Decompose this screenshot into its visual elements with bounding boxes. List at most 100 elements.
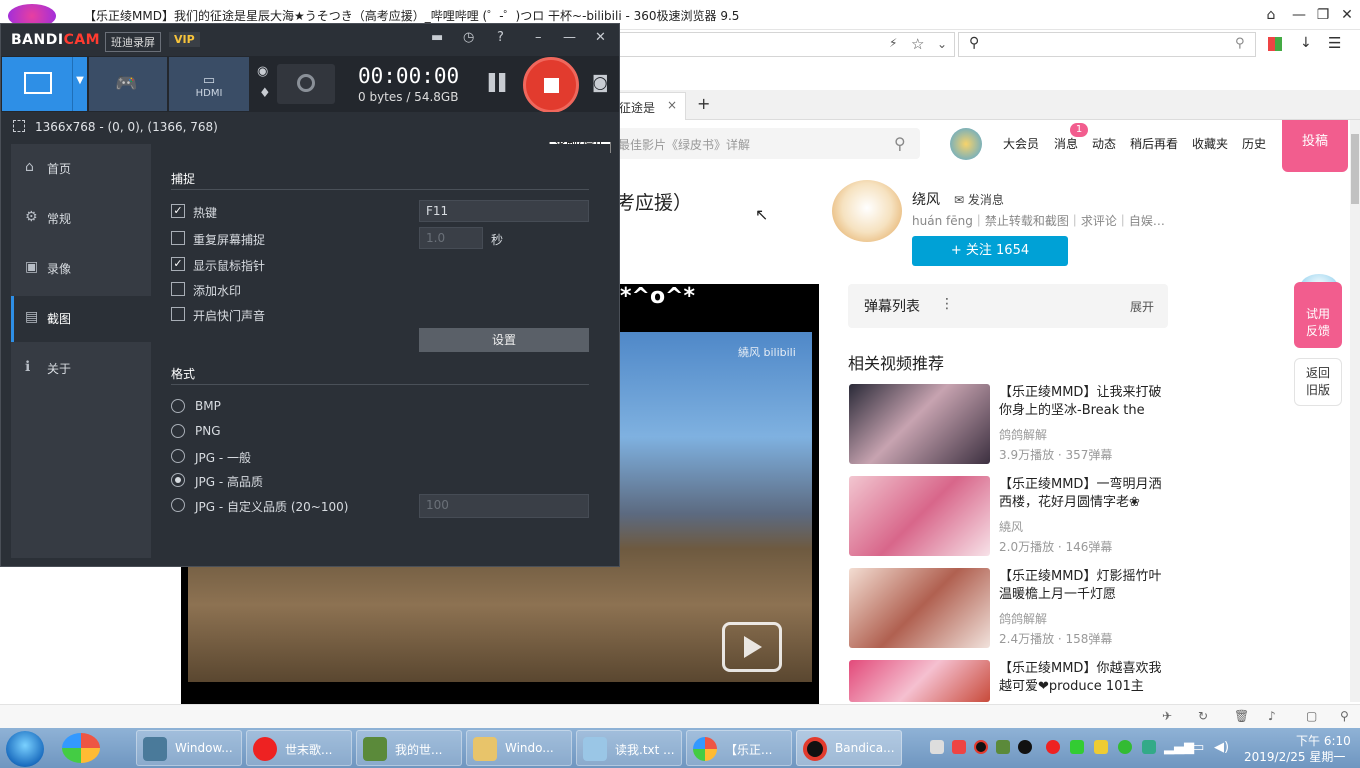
send-message-link[interactable]: ✉ 发消息 <box>954 191 1004 208</box>
pause-button[interactable]: ▌▌ <box>489 73 512 92</box>
camera-icon[interactable]: ◙ <box>592 73 609 93</box>
signal-icon[interactable]: ▂▄▆ <box>1164 740 1194 755</box>
format-radio-bmp[interactable] <box>171 399 185 413</box>
nav-vip[interactable]: 大会员 <box>1003 135 1039 152</box>
related-uploader[interactable]: 繞风 <box>999 518 1023 535</box>
address-input[interactable]: / ⚡ ☆ ⌄ <box>610 32 955 57</box>
taskbar-item-minecraft[interactable]: 我的世... <box>356 730 462 766</box>
shirt-skin-icon[interactable]: ⌂ <box>1262 6 1280 24</box>
hdmi-mode-button[interactable]: ▭ HDMI <box>169 57 249 111</box>
nav-messages[interactable]: 消息 <box>1054 135 1078 152</box>
old-version-button[interactable]: 返回 旧版 <box>1294 358 1342 406</box>
sidebar-item-general[interactable]: ⚙ 常规 <box>11 198 151 238</box>
minimize-icon[interactable]: — <box>563 30 576 45</box>
game-mode-button[interactable]: 🎮 <box>89 57 167 111</box>
taskbar-item-music[interactable]: 世末歌... <box>246 730 352 766</box>
screen-rect-mode-button[interactable] <box>2 57 72 111</box>
format-radio-jpg-high[interactable] <box>171 473 185 487</box>
shutter-sound-checkbox[interactable] <box>171 307 185 321</box>
feedback-button[interactable]: 试用 反馈 <box>1294 282 1342 348</box>
green-tray-icon[interactable] <box>1070 740 1084 754</box>
tab-close-icon[interactable]: × <box>667 98 677 112</box>
page-scrollbar[interactable] <box>1350 120 1360 702</box>
keyboard-tray-icon[interactable] <box>930 740 944 754</box>
expand-link[interactable]: 展开 <box>1130 298 1154 315</box>
sidebar-item-home[interactable]: ⌂ 首页 <box>11 148 151 188</box>
sidebar-item-screenshot[interactable]: ▤ 截图 <box>11 298 151 338</box>
shield-tray-icon[interactable] <box>1142 740 1156 754</box>
quality-input[interactable]: 100 <box>419 494 589 518</box>
record-stop-button[interactable] <box>523 57 579 113</box>
related-uploader[interactable]: 鸽鸽解解 <box>999 610 1047 627</box>
music-tray-icon[interactable] <box>1046 740 1060 754</box>
site-search-input[interactable]: 最佳影片《绿皮书》详解 ⚲ <box>610 128 920 159</box>
taskbar-item-bandicam[interactable]: Bandica... <box>796 730 902 766</box>
taskbar-item-explorer[interactable]: Windo... <box>466 730 572 766</box>
clock-time[interactable]: 下午 6:10 <box>1296 732 1351 749</box>
search-icon[interactable]: ⚲ <box>894 134 906 153</box>
nav-watch-later[interactable]: 稍后再看 <box>1130 135 1178 152</box>
settings-button[interactable]: 设置 <box>419 328 589 352</box>
yellow-tray-icon[interactable] <box>1094 740 1108 754</box>
apps-grid-icon[interactable] <box>1268 37 1282 51</box>
related-title[interactable]: 【乐正绫MMD】灯影摇竹叶 温暖檐上月一千灯愿 <box>999 568 1169 604</box>
clock-tray-icon[interactable] <box>952 740 966 754</box>
related-thumb[interactable] <box>849 384 990 464</box>
sidebar-item-about[interactable]: ℹ 关于 <box>11 348 151 388</box>
tab-active[interactable]: 征途是 × <box>610 92 686 120</box>
more-dots-icon[interactable]: ⋮ <box>940 296 954 312</box>
menu-icon[interactable]: ☰ <box>1328 34 1341 52</box>
star-icon[interactable]: ☆ <box>911 35 924 53</box>
related-title[interactable]: 【乐正绫MMD】让我来打破你身上的坚冰-Break the <box>999 384 1169 420</box>
vip-badge[interactable]: VIP <box>169 32 200 47</box>
qq-tray-icon[interactable] <box>1018 740 1032 754</box>
related-uploader[interactable]: 鸽鸽解解 <box>999 426 1047 443</box>
browser-pinned-icon[interactable] <box>62 733 100 763</box>
related-thumb[interactable] <box>849 568 990 648</box>
maximize-button[interactable]: ❐ <box>1314 6 1332 24</box>
uploader-name[interactable]: 绕风 <box>912 189 940 209</box>
webcam-button[interactable] <box>277 64 335 104</box>
microphone-icon[interactable]: ♦ <box>259 86 271 101</box>
close-window-button[interactable]: ✕ <box>1338 6 1356 24</box>
bandicam-titlebar[interactable]: BANDICAM 班迪录屏 VIP ▬ ◷ ? – — ✕ <box>1 24 619 56</box>
repeat-interval-input[interactable]: 1.0 <box>419 227 483 249</box>
new-tab-button[interactable]: + <box>697 94 710 113</box>
close-icon[interactable]: ✕ <box>595 30 606 45</box>
danmaku-list-header[interactable]: 弹幕列表 ⋮ 展开 <box>848 284 1168 328</box>
collapse-icon[interactable]: – <box>535 30 542 45</box>
hotkey-input[interactable]: F11 <box>419 200 589 222</box>
nav-favorites[interactable]: 收藏夹 <box>1192 135 1228 152</box>
download-icon[interactable]: ↓ <box>1300 35 1312 51</box>
speaker-icon[interactable]: ◉ <box>257 64 268 79</box>
show-cursor-checkbox[interactable]: ✓ <box>171 257 185 271</box>
user-avatar[interactable] <box>950 128 982 160</box>
start-button[interactable] <box>6 731 44 767</box>
record-tray-icon[interactable] <box>974 740 988 754</box>
upload-button[interactable]: 投稿 <box>1282 120 1348 172</box>
follow-button[interactable]: + 关注 1654 <box>912 236 1068 266</box>
window-icon[interactable]: ▢ <box>1306 709 1317 723</box>
refresh-icon[interactable]: ↻ <box>1198 709 1208 723</box>
related-thumb[interactable] <box>849 660 990 702</box>
taskbar-item-window[interactable]: Window... <box>136 730 242 766</box>
trash-icon[interactable]: 🗑 <box>1234 709 1249 723</box>
clock-date[interactable]: 2019/2/25 星期一 <box>1244 748 1345 765</box>
format-radio-png[interactable] <box>171 424 185 438</box>
format-radio-jpg-normal[interactable] <box>171 449 185 463</box>
related-title[interactable]: 【乐正绫MMD】一弯明月洒西楼，花好月圆情字老❀ <box>999 476 1169 512</box>
format-radio-jpg-custom[interactable] <box>171 498 185 512</box>
network-icon[interactable]: ▭ <box>1192 740 1204 755</box>
taskbar-item-notepad[interactable]: 读我.txt ... <box>576 730 682 766</box>
browser-search-input[interactable]: ⚲ ⚲ <box>958 32 1256 57</box>
mode-dropdown-icon[interactable]: ▼ <box>72 57 87 111</box>
related-thumb[interactable] <box>849 476 990 556</box>
lightning-icon[interactable]: ⚡ <box>889 36 897 50</box>
folder-icon[interactable]: ▬ <box>431 30 443 45</box>
pin-icon[interactable]: ✈ <box>1162 709 1172 723</box>
related-title[interactable]: 【乐正绫MMD】你越喜欢我越可爱❤produce 101主 <box>999 660 1169 696</box>
volume-icon[interactable]: ◀) <box>1214 740 1229 755</box>
scrollbar-thumb[interactable] <box>1351 134 1359 204</box>
minimize-button[interactable]: — <box>1290 6 1308 24</box>
help-icon[interactable]: ? <box>497 30 504 45</box>
